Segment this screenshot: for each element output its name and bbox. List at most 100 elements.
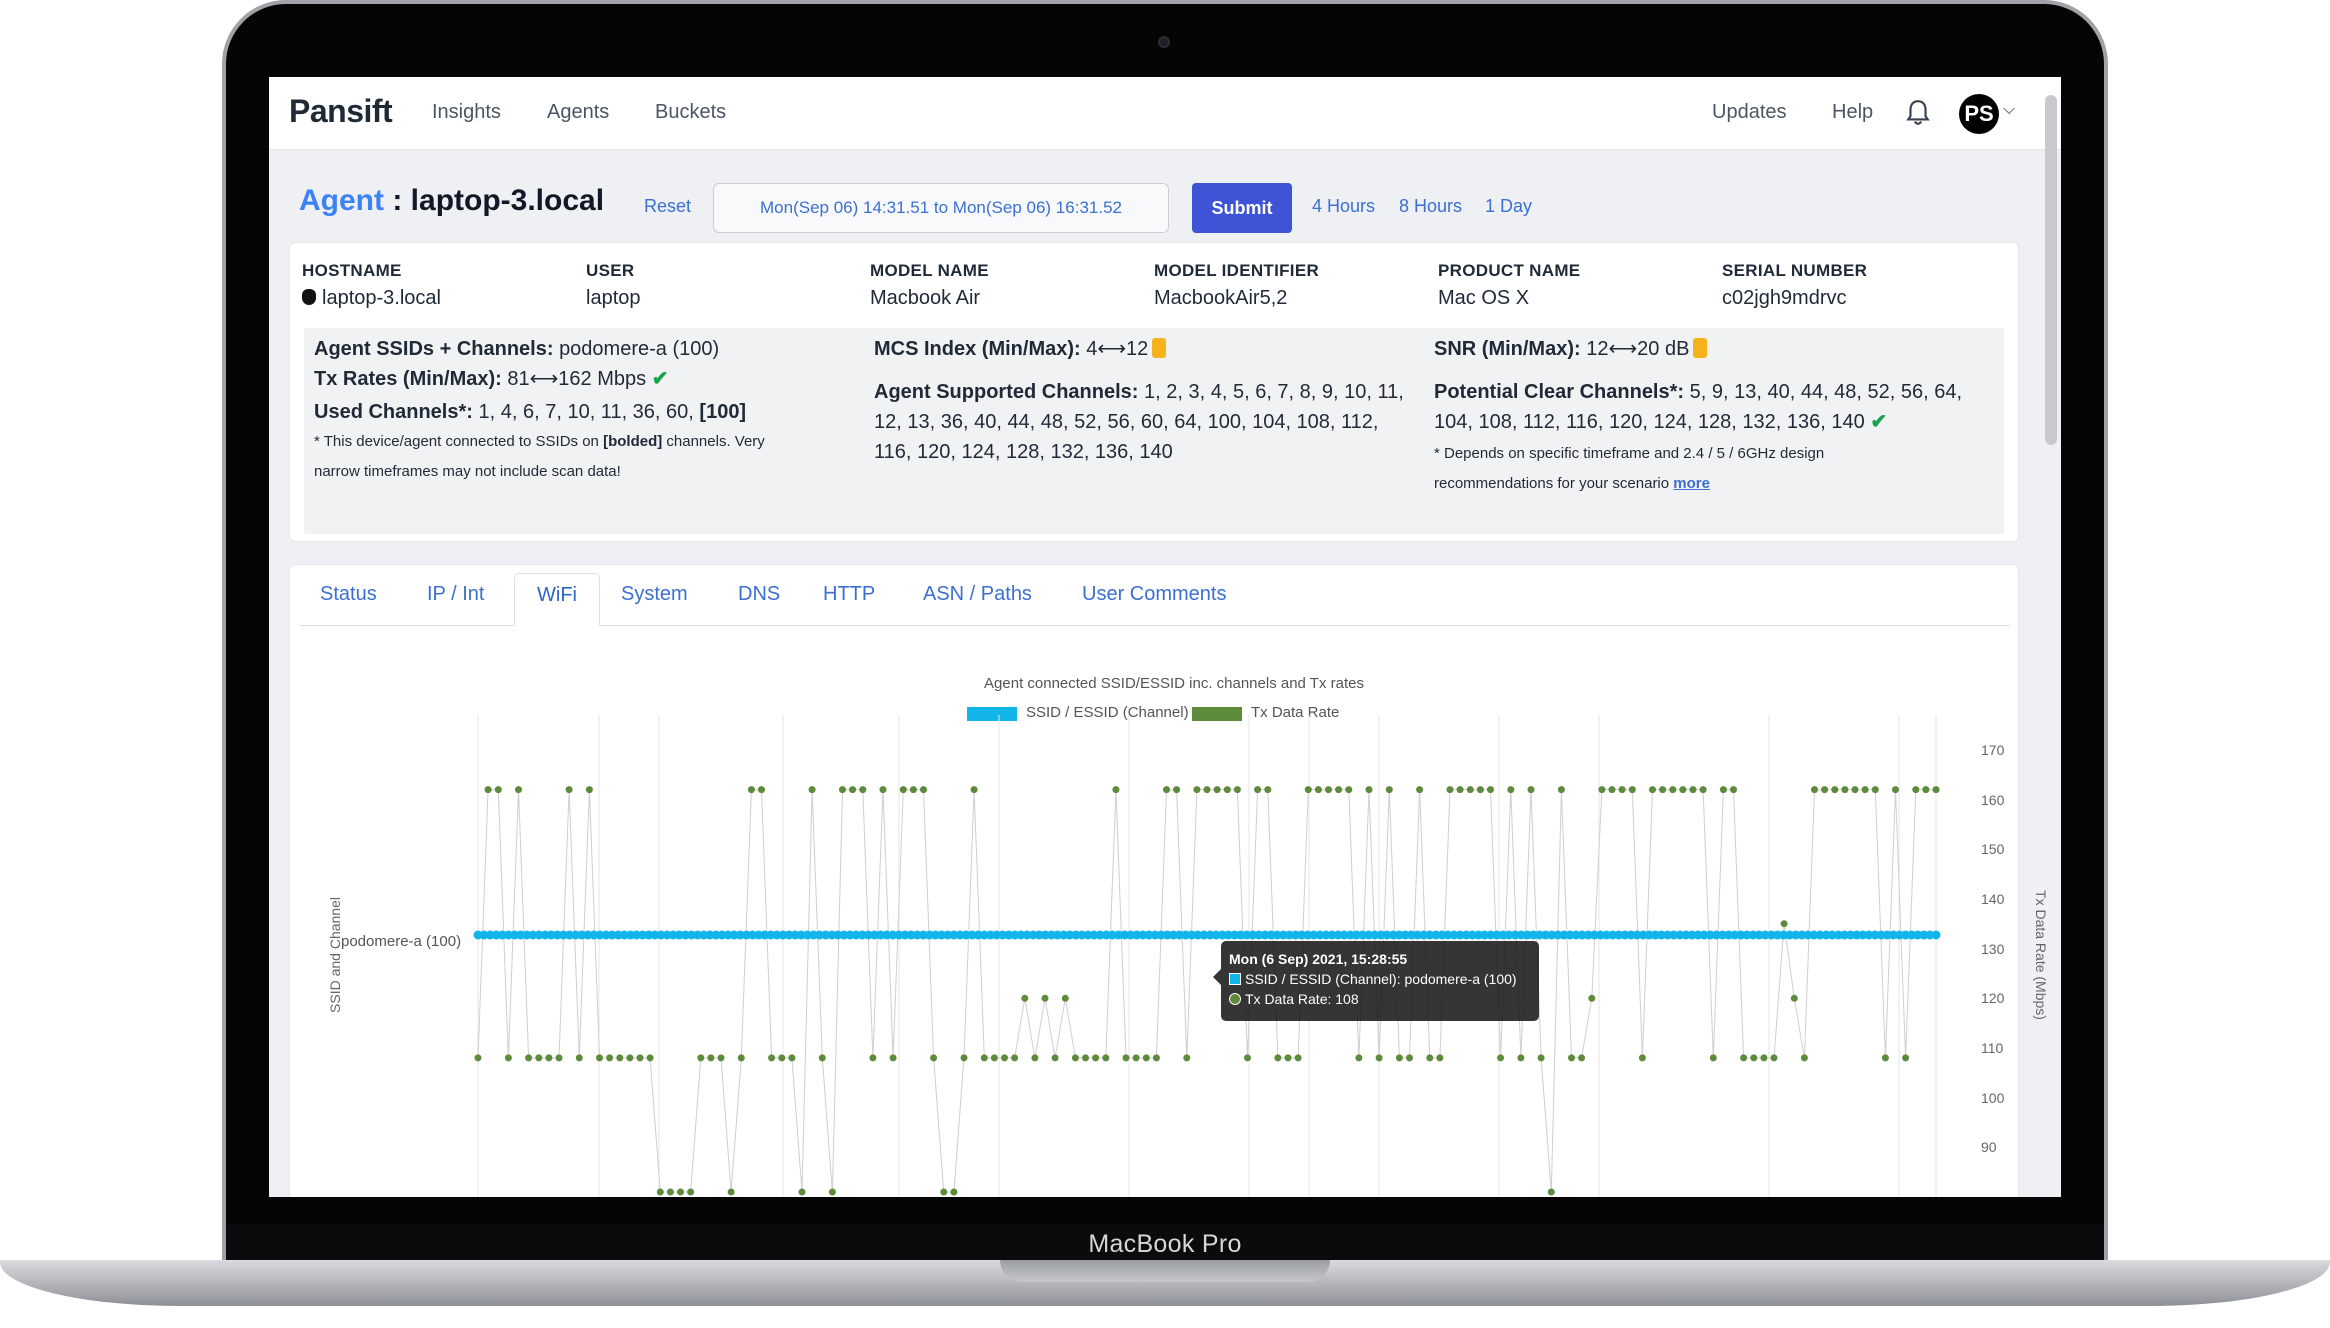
tx-point[interactable] [1284, 1054, 1292, 1062]
tx-point[interactable] [717, 1054, 725, 1062]
tx-point[interactable] [1244, 1054, 1251, 1062]
tx-point[interactable] [687, 1188, 695, 1196]
tx-point[interactable] [1760, 1054, 1768, 1062]
tx-point[interactable] [1669, 786, 1677, 794]
tx-point[interactable] [1811, 786, 1818, 794]
tx-point[interactable] [666, 1188, 674, 1196]
tx-point[interactable] [1102, 1054, 1110, 1062]
tx-point[interactable] [1649, 786, 1656, 794]
tx-point[interactable] [1335, 786, 1343, 794]
tx-point[interactable] [1750, 1054, 1758, 1062]
tx-point[interactable] [1578, 1054, 1586, 1062]
more-link[interactable]: more [1673, 475, 1710, 492]
tx-point[interactable] [899, 786, 907, 794]
tx-point[interactable] [1345, 786, 1353, 794]
tx-point[interactable] [1487, 786, 1494, 794]
tx-point[interactable] [970, 786, 978, 794]
nav-insights[interactable]: Insights [432, 101, 501, 124]
tx-point[interactable] [1912, 786, 1920, 794]
tx-point[interactable] [1497, 1054, 1505, 1062]
tx-point[interactable] [859, 786, 867, 794]
tab-ip-int[interactable]: IP / Int [427, 583, 484, 606]
tx-point[interactable] [606, 1054, 614, 1062]
tx-point[interactable] [1112, 786, 1120, 794]
tx-point[interactable] [1476, 786, 1484, 794]
tab-status[interactable]: Status [320, 583, 377, 606]
tx-point[interactable] [798, 1188, 806, 1196]
tx-point[interactable] [596, 1054, 603, 1062]
tx-point[interactable] [1203, 786, 1211, 794]
nav-agents[interactable]: Agents [547, 101, 609, 124]
tx-point[interactable] [1456, 786, 1464, 794]
tx-point[interactable] [1689, 786, 1697, 794]
tx-point[interactable] [677, 1188, 684, 1196]
tx-point[interactable] [1628, 786, 1636, 794]
tx-point[interactable] [980, 1054, 988, 1062]
tx-point[interactable] [1173, 786, 1181, 794]
tx-point[interactable] [555, 1054, 563, 1062]
reset-link[interactable]: Reset [644, 196, 691, 217]
tx-point[interactable] [788, 1054, 796, 1062]
tx-point[interactable] [1223, 786, 1231, 794]
tx-point[interactable] [1041, 994, 1049, 1002]
tx-point[interactable] [1881, 1054, 1889, 1062]
tx-point[interactable] [828, 1188, 836, 1196]
bell-icon[interactable] [1905, 99, 1931, 127]
tx-point[interactable] [515, 786, 522, 794]
tx-point[interactable] [808, 786, 816, 794]
tx-point[interactable] [1719, 786, 1727, 794]
tx-point[interactable] [1274, 1054, 1282, 1062]
date-range-input[interactable]: Mon(Sep 06) 14:31.51 to Mon(Sep 06) 16:3… [713, 183, 1169, 233]
tx-point[interactable] [1294, 1054, 1302, 1062]
avatar[interactable]: PS [1959, 94, 1999, 134]
tx-point[interactable] [869, 1054, 877, 1062]
tx-point[interactable] [504, 1054, 512, 1062]
tx-point[interactable] [1021, 994, 1029, 1002]
tx-point[interactable] [1861, 786, 1869, 794]
tx-point[interactable] [1213, 786, 1221, 794]
tx-point[interactable] [879, 786, 887, 794]
tx-point[interactable] [636, 1054, 644, 1062]
tx-point[interactable] [1051, 1054, 1059, 1062]
tx-point[interactable] [1659, 786, 1667, 794]
tx-point[interactable] [1709, 1054, 1717, 1062]
nav-help[interactable]: Help [1832, 101, 1873, 124]
range-1-day[interactable]: 1 Day [1485, 196, 1532, 217]
chart-plot-area[interactable] [299, 617, 2049, 1197]
app-logo[interactable]: Pansift [289, 93, 393, 130]
range-8-hours[interactable]: 8 Hours [1399, 196, 1462, 217]
tx-point[interactable] [1557, 786, 1565, 794]
tx-point[interactable] [616, 1054, 624, 1062]
tx-point[interactable] [909, 786, 917, 794]
tx-point[interactable] [818, 1054, 826, 1062]
nav-buckets[interactable]: Buckets [655, 101, 726, 124]
tx-point[interactable] [1902, 1054, 1910, 1062]
tx-point[interactable] [1892, 786, 1899, 794]
nav-updates[interactable]: Updates [1712, 101, 1787, 124]
chevron-down-icon[interactable]: ⌵ [2003, 101, 2015, 119]
tab-asn-paths[interactable]: ASN / Paths [923, 583, 1032, 606]
tx-point[interactable] [525, 1054, 533, 1062]
tx-point[interactable] [656, 1188, 664, 1196]
tx-point[interactable] [747, 786, 755, 794]
tx-point[interactable] [1092, 1054, 1100, 1062]
tx-point[interactable] [1598, 786, 1606, 794]
tx-point[interactable] [1406, 1054, 1413, 1062]
tx-point[interactable] [1183, 1054, 1191, 1062]
tx-point[interactable] [930, 1054, 938, 1062]
tx-point[interactable] [960, 1054, 968, 1062]
tx-point[interactable] [1537, 1054, 1545, 1062]
tx-point[interactable] [889, 1054, 897, 1062]
tx-point[interactable] [1395, 1054, 1403, 1062]
submit-button[interactable]: Submit [1192, 183, 1292, 233]
tx-point[interactable] [1730, 786, 1737, 794]
tx-point[interactable] [737, 1054, 745, 1062]
tx-point[interactable] [1608, 786, 1616, 794]
tx-point[interactable] [1851, 786, 1859, 794]
tx-point[interactable] [474, 1054, 482, 1062]
tx-point[interactable] [1699, 786, 1707, 794]
tx-point[interactable] [1071, 1054, 1079, 1062]
tx-point[interactable] [626, 1054, 634, 1062]
tx-point[interactable] [1740, 1054, 1748, 1062]
tx-point[interactable] [1193, 786, 1201, 794]
